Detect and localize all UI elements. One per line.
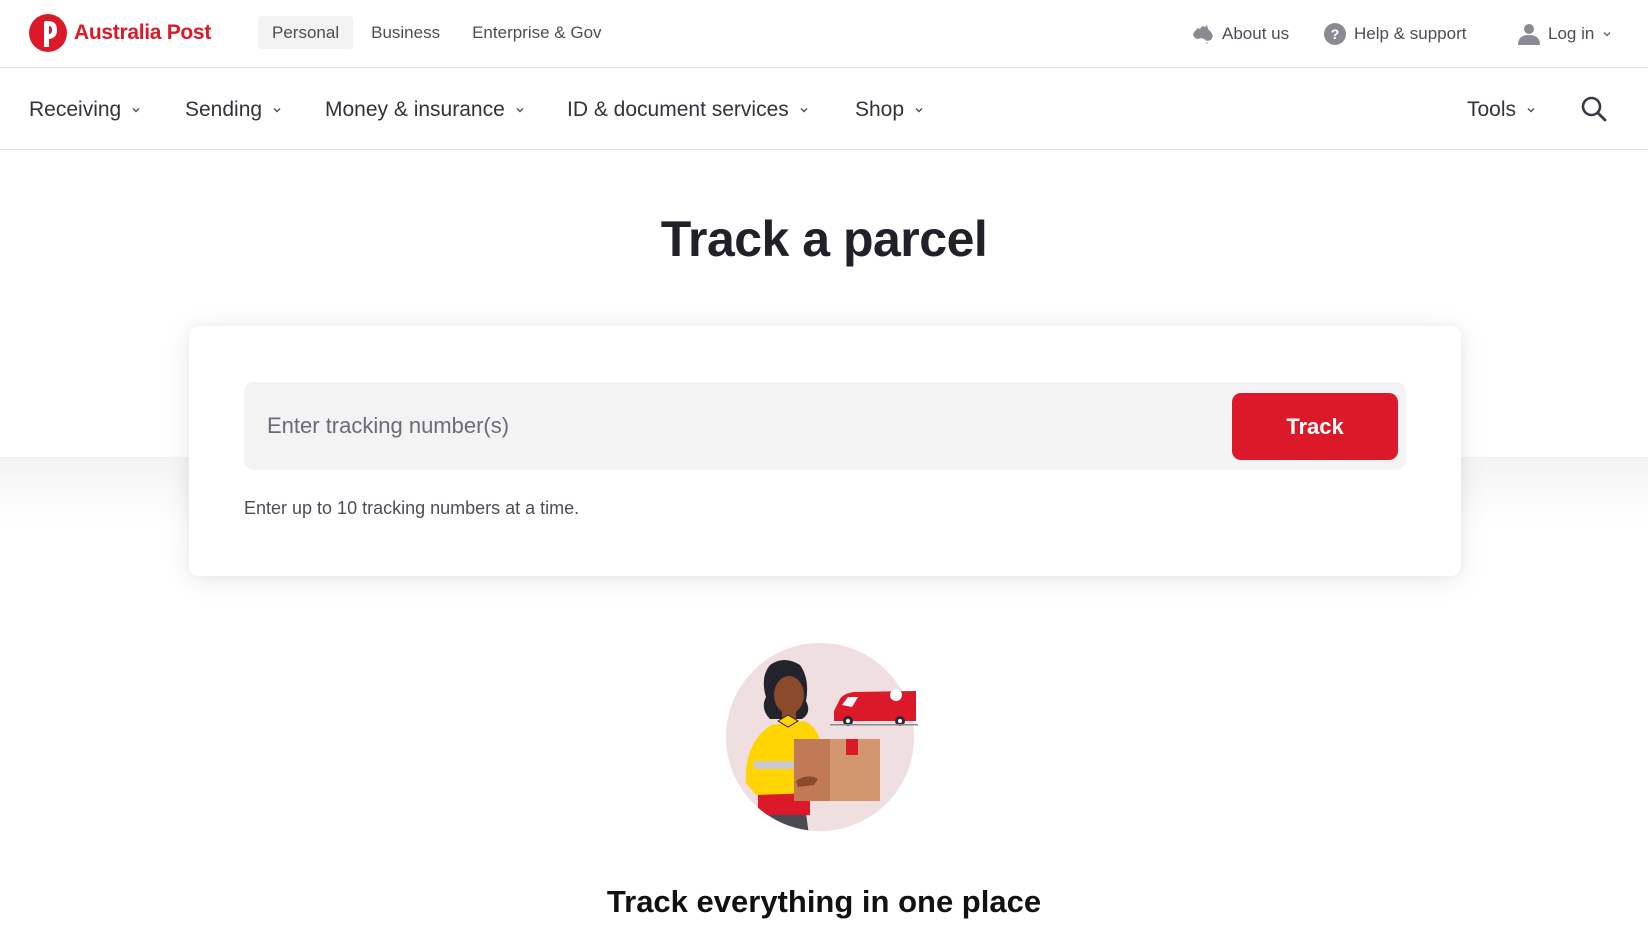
segment-personal[interactable]: Personal <box>258 16 354 49</box>
tracking-hint: Enter up to 10 tracking numbers at a tim… <box>244 498 580 518</box>
section-heading: Track everything in one place <box>606 884 1042 919</box>
nav-sending[interactable]: Sending <box>185 93 282 127</box>
nav-id-document-services-label: ID & document services <box>567 98 789 121</box>
nav-sending-label: Sending <box>185 98 263 121</box>
nav-tools-label: Tools <box>1467 98 1517 121</box>
user-icon <box>1518 24 1540 45</box>
australia-post-logo[interactable]: Australia Post <box>28 13 211 53</box>
page-title: Track a parcel <box>660 211 988 267</box>
nav-receiving[interactable]: Receiving <box>29 93 141 127</box>
track-button[interactable]: Track <box>1232 393 1398 460</box>
australia-post-logo-icon <box>29 14 67 52</box>
chevron-down-icon <box>915 107 923 113</box>
help-support-label: Help & support <box>1354 24 1467 43</box>
nav-receiving-label: Receiving <box>29 98 122 121</box>
search-icon <box>1581 96 1607 122</box>
tracking-input-group: Track <box>244 382 1406 470</box>
svg-text:?: ? <box>1331 26 1340 42</box>
chevron-down-icon <box>1603 31 1611 37</box>
parcel-delivery-illustration <box>726 643 918 831</box>
tracking-card: Track Enter up to 10 tracking numbers at… <box>189 326 1461 576</box>
nav-shop[interactable]: Shop <box>855 93 924 127</box>
about-us-link[interactable]: About us <box>1192 16 1289 52</box>
chevron-down-icon <box>132 107 140 113</box>
australia-map-icon <box>1193 25 1213 44</box>
chevron-down-icon <box>1527 107 1535 113</box>
brand-name: Australia Post <box>74 21 212 44</box>
log-in-menu[interactable]: Log in <box>1518 16 1620 52</box>
chevron-down-icon <box>800 107 808 113</box>
nav-tools[interactable]: Tools <box>1467 93 1536 127</box>
nav-money-insurance[interactable]: Money & insurance <box>325 93 525 127</box>
audience-segments: Personal Business Enterprise & Gov <box>258 16 616 49</box>
log-in-label: Log in <box>1548 24 1595 43</box>
main-navigation: Receiving Sending Money & insurance ID &… <box>0 69 1648 150</box>
help-support-link[interactable]: ? Help & support <box>1324 16 1466 52</box>
tracking-number-input[interactable] <box>244 382 1204 470</box>
nav-money-insurance-label: Money & insurance <box>325 98 505 121</box>
question-circle-icon: ? <box>1324 23 1346 45</box>
chevron-down-icon <box>516 107 524 113</box>
segment-enterprise-gov[interactable]: Enterprise & Gov <box>458 16 615 49</box>
segment-business[interactable]: Business <box>357 16 454 49</box>
nav-id-document-services[interactable]: ID & document services <box>567 93 809 127</box>
chevron-down-icon <box>273 107 281 113</box>
about-us-label: About us <box>1222 24 1290 43</box>
nav-shop-label: Shop <box>855 98 905 121</box>
search-button[interactable] <box>1580 95 1610 125</box>
top-utility-bar: Australia Post Personal Business Enterpr… <box>0 0 1648 68</box>
